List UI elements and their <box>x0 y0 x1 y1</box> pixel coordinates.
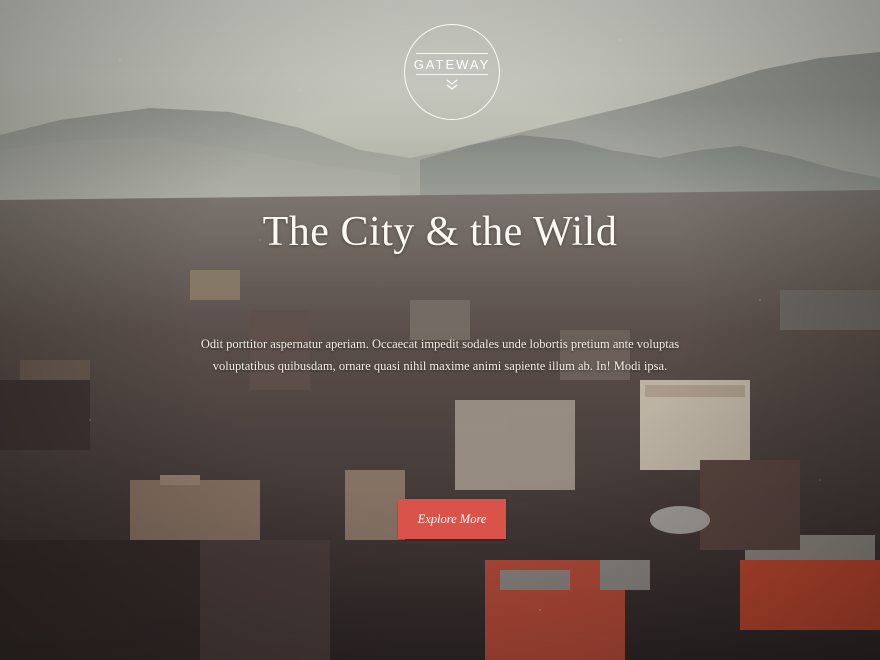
chevron-double-down-icon <box>446 79 458 90</box>
logo-text: GATEWAY <box>413 57 491 72</box>
logo-bottom-rule <box>416 74 488 75</box>
explore-more-button[interactable]: Explore More <box>398 499 506 539</box>
gateway-logo[interactable]: GATEWAY <box>404 24 500 120</box>
hero-title: The City & the Wild <box>262 209 618 255</box>
hero-section: GATEWAY The City & the Wild Odit porttit… <box>0 0 880 660</box>
hero-description: Odit porttitor aspernatur aperiam. Occae… <box>200 337 680 373</box>
